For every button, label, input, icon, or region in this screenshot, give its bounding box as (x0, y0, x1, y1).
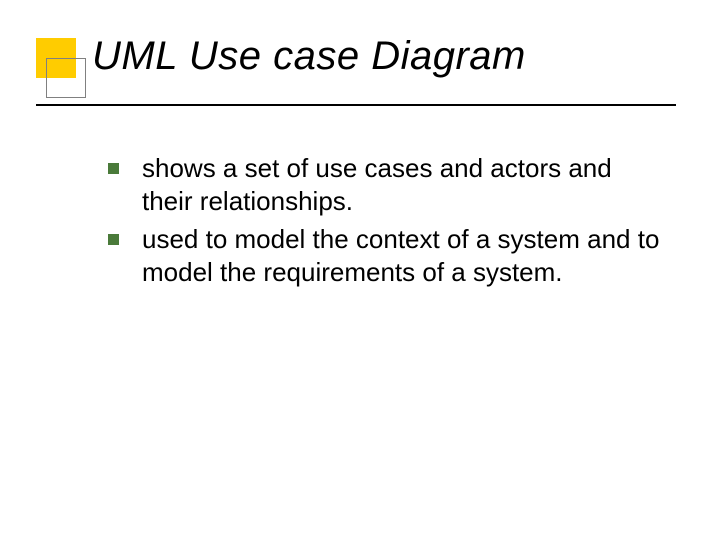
title-decoration (36, 38, 76, 106)
list-item: shows a set of use cases and actors and … (108, 152, 660, 217)
slide-title: UML Use case Diagram (92, 34, 526, 79)
bullet-text: shows a set of use cases and actors and … (142, 153, 612, 216)
bullet-text: used to model the context of a system an… (142, 224, 659, 287)
grey-outline-square-icon (46, 58, 86, 98)
bullet-square-icon (108, 163, 119, 174)
slide: UML Use case Diagram shows a set of use … (0, 0, 720, 540)
bullet-square-icon (108, 234, 119, 245)
title-underline (36, 104, 676, 106)
slide-body: shows a set of use cases and actors and … (108, 152, 660, 294)
list-item: used to model the context of a system an… (108, 223, 660, 288)
